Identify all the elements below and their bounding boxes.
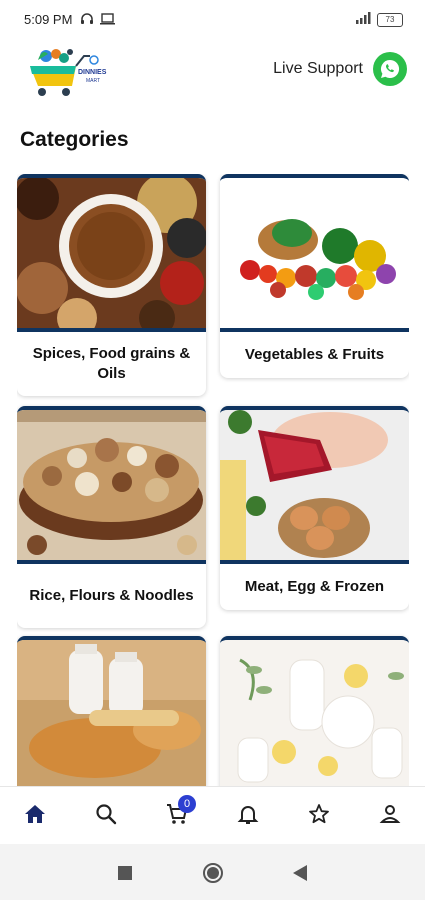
category-card-spices[interactable]: Spices, Food grains & Oils xyxy=(17,174,206,396)
status-time: 5:09 PM xyxy=(24,12,73,27)
live-support-label: Live Support xyxy=(273,60,363,77)
nav-profile[interactable] xyxy=(377,803,403,829)
user-icon xyxy=(378,802,402,831)
status-bar: 5:09 PM 73 xyxy=(0,0,425,40)
nav-cart[interactable]: 0 xyxy=(164,795,196,829)
star-icon xyxy=(307,802,331,831)
home-button[interactable] xyxy=(202,862,224,889)
laptop-icon xyxy=(100,12,115,31)
category-card-bakery-dairy[interactable] xyxy=(17,636,206,786)
whatsapp-icon[interactable] xyxy=(373,52,407,86)
nav-home[interactable] xyxy=(22,803,48,829)
category-image-meat xyxy=(220,410,409,560)
signal-icon xyxy=(355,11,371,29)
battery-icon: 73 xyxy=(377,13,403,27)
nav-search[interactable] xyxy=(93,803,119,829)
category-image-spices xyxy=(17,178,206,328)
page-title: Categories xyxy=(20,128,129,151)
brand-sub: MART xyxy=(86,78,100,84)
category-label: Spices, Food grains & Oils xyxy=(32,345,191,382)
app-header: DINNIES MART Live Support xyxy=(0,40,425,108)
headphones-icon xyxy=(80,12,94,31)
bell-icon xyxy=(236,802,260,831)
category-label: Rice, Flours & Noodles xyxy=(29,587,194,604)
category-image-rice xyxy=(17,410,206,560)
category-label: Vegetables & Fruits xyxy=(244,346,385,363)
live-support-button[interactable]: Live Support xyxy=(273,52,407,86)
category-label: Meat, Egg & Frozen xyxy=(244,578,385,595)
category-card-rice[interactable]: Rice, Flours & Noodles xyxy=(17,406,206,628)
back-button[interactable] xyxy=(293,865,307,886)
cart-count-badge: 0 xyxy=(178,795,196,813)
category-image-vegetables xyxy=(220,178,409,328)
category-card-household[interactable] xyxy=(220,636,409,786)
recents-button[interactable] xyxy=(118,866,132,885)
home-icon xyxy=(23,802,47,831)
category-grid: Spices, Food grains & Oils Vegetables & … xyxy=(17,174,409,786)
category-card-vegetables[interactable]: Vegetables & Fruits xyxy=(220,174,409,378)
system-navigation-bar xyxy=(0,844,425,900)
nav-favorites[interactable] xyxy=(306,803,332,829)
brand-name: DINNIES xyxy=(78,69,107,76)
search-icon xyxy=(94,802,118,831)
bottom-navigation: 0 xyxy=(0,786,425,845)
category-card-meat[interactable]: Meat, Egg & Frozen xyxy=(220,406,409,610)
category-image-household xyxy=(220,640,409,786)
brand-logo[interactable]: DINNIES MART xyxy=(24,42,116,102)
nav-notifications[interactable] xyxy=(235,803,261,829)
category-image-bakery-dairy xyxy=(17,640,206,786)
